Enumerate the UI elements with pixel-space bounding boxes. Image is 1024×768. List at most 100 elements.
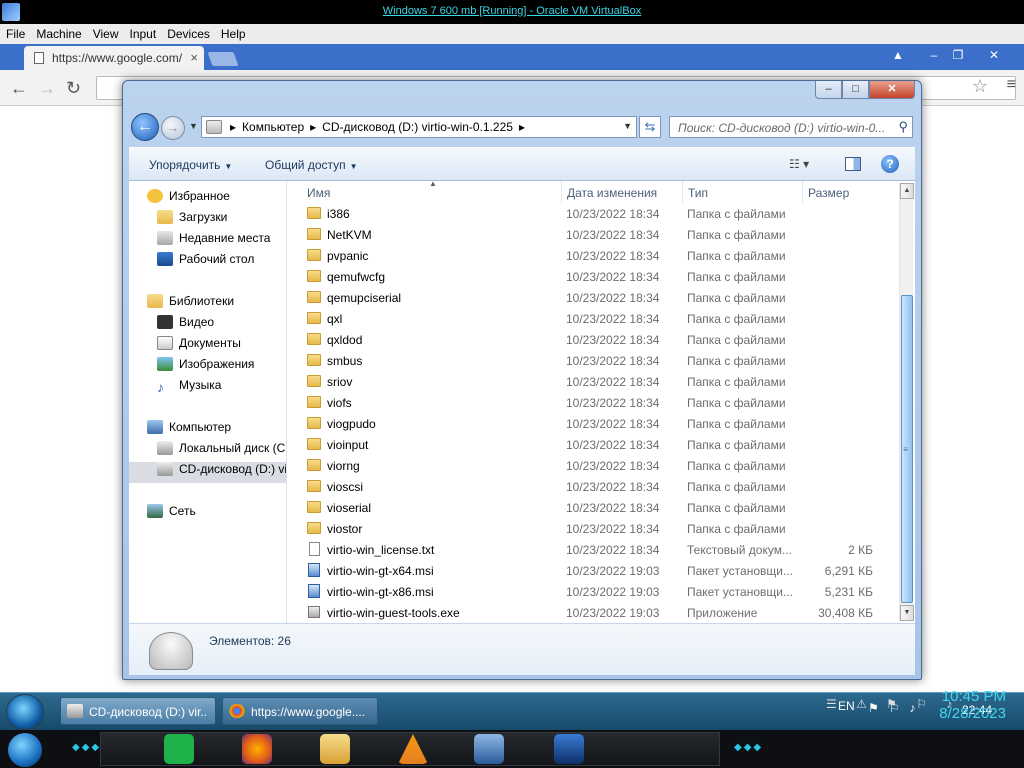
file-row[interactable]: pvpanic 10/23/2022 18:34 Папка с файлами	[289, 245, 897, 266]
nav-recent-places[interactable]: Недавние места	[157, 231, 270, 252]
file-row[interactable]: qemupciserial 10/23/2022 18:34 Папка с фай…	[289, 287, 897, 308]
spotify-icon[interactable]	[164, 734, 194, 764]
close-button[interactable]: ✕	[869, 81, 915, 99]
nav-libraries[interactable]: Библиотеки	[147, 294, 234, 315]
nav-images[interactable]: Изображения	[157, 357, 254, 378]
refresh-button[interactable]: ⇆	[639, 116, 661, 138]
address-bar[interactable]: ▸ Компьютер ▸ CD-дисковод (D:) virtio-win-0…	[201, 116, 637, 138]
breadcrumb-cd-drive[interactable]: CD-дисковод (D:) virtio-win-0.1.225	[322, 120, 513, 134]
chrome-profile-button[interactable]: ▲	[884, 46, 912, 64]
file-row[interactable]: viostor 10/23/2022 18:34 Папка с файлами	[289, 518, 897, 539]
file-row[interactable]: virtio-win-gt-x64.msi 10/23/2022 19:03 Пак…	[289, 560, 897, 581]
file-row[interactable]: qemufwcfg 10/23/2022 18:34 Папка с файлами	[289, 266, 897, 287]
taskbar-explorer-button[interactable]: CD-дисковод (D:) vir...	[60, 697, 216, 725]
back-button[interactable]: ←	[131, 113, 159, 141]
nav-computer[interactable]: Компьютер	[147, 420, 231, 441]
windows7-vm-icon[interactable]	[554, 734, 584, 764]
column-header-type[interactable]: Тип	[688, 186, 708, 200]
minimize-button[interactable]: –	[815, 81, 842, 99]
search-input[interactable]: Поиск: CD-дисковод (D:) virtio-win-0... …	[669, 116, 913, 138]
file-date: 10/23/2022 18:34	[566, 522, 660, 536]
maximize-button[interactable]: □	[842, 81, 869, 99]
chrome-forward-icon[interactable]: →	[38, 78, 56, 99]
taskbar-chrome-button[interactable]: https://www.google....	[222, 697, 378, 725]
chrome-tab-label: https://www.google.com/	[52, 51, 183, 65]
file-row[interactable]: sriov 10/23/2022 18:34 Папка с файлами	[289, 371, 897, 392]
virtualbox-icon[interactable]	[474, 734, 504, 764]
file-row[interactable]: i386 10/23/2022 18:34 Папка с файлами	[289, 203, 897, 224]
file-row[interactable]: qxldod 10/23/2022 18:34 Папка с файлами	[289, 329, 897, 350]
start-button[interactable]	[6, 694, 44, 730]
nav-documents[interactable]: Документы	[157, 336, 241, 357]
menu-machine[interactable]: Machine	[30, 24, 86, 41]
folder-icon	[307, 249, 321, 261]
chrome-reload-icon[interactable]: ↻	[66, 78, 81, 99]
help-icon[interactable]: ?	[881, 155, 899, 173]
host-clock[interactable]: 10:45 PM 8/28/2023	[939, 688, 1006, 722]
file-row[interactable]: virtio-win-gt-x86.msi 10/23/2022 19:03 Пак…	[289, 581, 897, 602]
nav-favorites[interactable]: Избранное	[147, 189, 230, 210]
file-row[interactable]: NetKVM 10/23/2022 18:34 Папка с файлами	[289, 224, 897, 245]
recent-pages-dropdown-icon[interactable]: ▼	[189, 121, 198, 131]
forward-button[interactable]: →	[161, 116, 185, 140]
file-row[interactable]: qxl 10/23/2022 18:34 Папка с файлами	[289, 308, 897, 329]
nav-local-disk[interactable]: Локальный диск (C	[157, 441, 285, 462]
preview-pane-icon[interactable]	[845, 157, 861, 171]
menu-help[interactable]: Help	[215, 24, 251, 41]
file-row[interactable]: vioinput 10/23/2022 18:34 Папка с файлами	[289, 434, 897, 455]
breadcrumb-separator[interactable]: ▸	[230, 120, 236, 134]
file-row[interactable]: vioserial 10/23/2022 18:34 Папка с файлами	[289, 497, 897, 518]
file-manager-icon[interactable]	[320, 734, 350, 764]
menu-file[interactable]: File	[0, 24, 30, 41]
chrome-maximize-button[interactable]: ❐	[944, 46, 972, 64]
nav-network[interactable]: Сеть	[147, 504, 196, 525]
organize-button[interactable]: Упорядочить ▼	[149, 158, 232, 172]
item-count: Элементов: 26	[209, 634, 291, 648]
column-divider[interactable]	[682, 181, 683, 203]
breadcrumb-separator[interactable]: ▸	[310, 120, 316, 134]
chrome-tab[interactable]: https://www.google.com/ ×	[24, 46, 204, 70]
nav-video[interactable]: Видео	[157, 315, 214, 336]
nav-downloads[interactable]: Загрузки	[157, 210, 227, 231]
share-button[interactable]: Общий доступ ▼	[265, 158, 358, 172]
column-divider[interactable]	[802, 181, 803, 203]
file-date: 10/23/2022 18:34	[566, 207, 660, 221]
scroll-down-button[interactable]: ▼	[900, 605, 914, 621]
chrome-close-button[interactable]: ✕	[980, 46, 1008, 64]
vertical-scrollbar[interactable]: ▲ ≡ ▼	[899, 183, 914, 621]
breadcrumb-computer[interactable]: Компьютер	[242, 120, 304, 134]
scroll-up-button[interactable]: ▲	[900, 183, 914, 199]
nav-music[interactable]: ♪ Музыка	[157, 378, 221, 399]
column-header-date[interactable]: Дата изменения	[567, 186, 657, 200]
column-header-name[interactable]: Имя	[307, 186, 330, 200]
file-row[interactable]: virtio-win-guest-tools.exe 10/23/2022 19:…	[289, 602, 897, 623]
menu-input[interactable]: Input	[124, 24, 162, 41]
file-row[interactable]: viorng 10/23/2022 18:34 Папка с файлами	[289, 455, 897, 476]
column-divider[interactable]	[561, 181, 562, 203]
chrome-tab-close-icon[interactable]: ×	[190, 50, 198, 65]
chrome-back-icon[interactable]: ←	[10, 78, 28, 99]
file-type: Папка с файлами	[687, 228, 786, 242]
host-start-button[interactable]	[8, 733, 42, 767]
change-view-button[interactable]: ☷ ▾	[789, 157, 809, 171]
file-row[interactable]: virtio-win_license.txt 10/23/2022 18:34 Те…	[289, 539, 897, 560]
file-row[interactable]: viogpudo 10/23/2022 18:34 Папка с файлами	[289, 413, 897, 434]
column-header-size[interactable]: Размер	[808, 186, 849, 200]
file-row[interactable]: smbus 10/23/2022 18:34 Папка с файлами	[289, 350, 897, 371]
file-row[interactable]: vioscsi 10/23/2022 18:34 Папка с файлами	[289, 476, 897, 497]
explorer-window-controls: – □ ✕	[815, 81, 915, 101]
search-icon[interactable]: ⚲	[898, 119, 908, 135]
nav-desktop[interactable]: Рабочий стол	[157, 252, 254, 273]
chrome-menu-icon[interactable]: ≡	[1007, 76, 1016, 94]
nav-cd-drive[interactable]: CD-дисковод (D:) vi	[129, 462, 286, 483]
folder-icon	[307, 312, 321, 324]
chrome-new-tab-button[interactable]	[207, 52, 239, 66]
menu-view[interactable]: View	[87, 24, 124, 41]
bookmark-star-icon[interactable]: ☆	[972, 76, 988, 97]
address-dropdown-icon[interactable]: ▼	[623, 121, 632, 131]
file-row[interactable]: viofs 10/23/2022 18:34 Папка с файлами	[289, 392, 897, 413]
file-name: vioscsi	[327, 480, 364, 494]
menu-devices[interactable]: Devices	[161, 24, 215, 41]
breadcrumb-separator[interactable]: ▸	[519, 120, 525, 134]
firefox-icon[interactable]	[242, 734, 272, 764]
